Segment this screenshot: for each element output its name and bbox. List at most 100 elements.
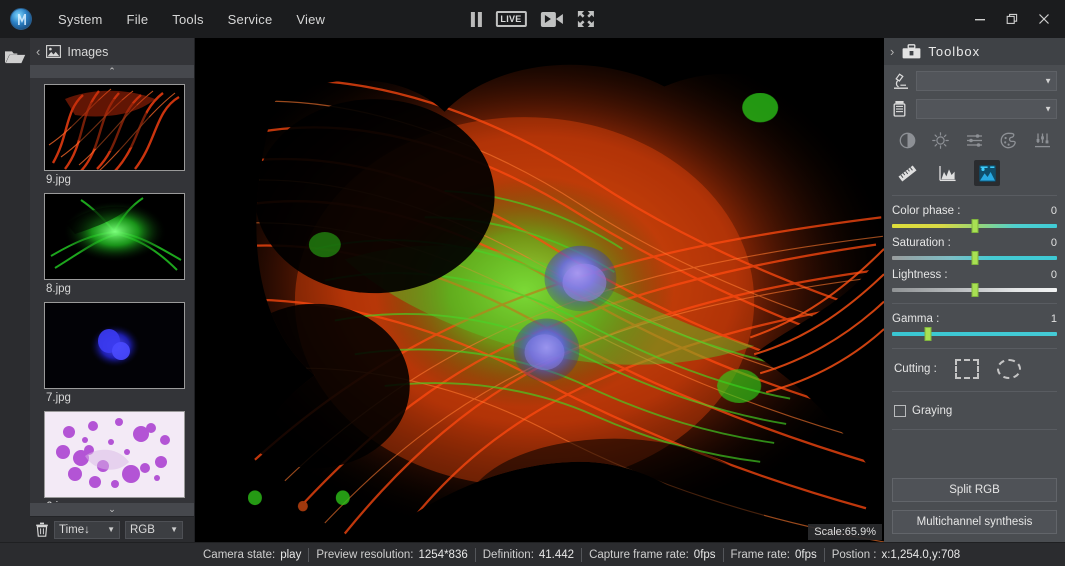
status-frame-rate-value: 0fps (795, 549, 817, 561)
color-phase-knob[interactable] (971, 219, 978, 233)
camera-select[interactable]: ▼ (916, 99, 1057, 119)
thumbnail-scroll-down[interactable]: ⌄ (30, 503, 194, 516)
lightness-label: Lightness : (892, 269, 948, 281)
menu-item-view[interactable]: View (284, 5, 337, 34)
close-icon[interactable] (1029, 6, 1059, 32)
divider (892, 303, 1057, 304)
app-logo (10, 8, 32, 30)
toolbox-icon (902, 44, 921, 59)
window-controls (965, 6, 1059, 32)
fullscreen-icon[interactable] (577, 7, 595, 31)
restore-icon[interactable] (997, 6, 1027, 32)
live-badge[interactable]: LIVE (495, 7, 526, 31)
multichannel-synthesis-button[interactable]: Multichannel synthesis (892, 510, 1057, 534)
status-frame-rate: Frame rate: 0fps (723, 548, 824, 562)
camera-select-value (917, 100, 1056, 102)
status-position-key: Postion : (832, 549, 877, 561)
saturation-track[interactable] (892, 256, 1057, 260)
histogram-icon[interactable] (934, 160, 960, 186)
color-phase-slider: Color phase : 0 (892, 205, 1057, 228)
channel-select[interactable]: RGB ▼ (125, 521, 183, 539)
microscope-select[interactable]: ▼ (916, 71, 1057, 91)
chevron-down-icon: ▼ (107, 525, 115, 534)
crop-ellipse-icon[interactable] (997, 359, 1021, 379)
crop-rectangle-icon[interactable] (955, 359, 979, 379)
menu-item-system[interactable]: System (46, 5, 115, 34)
thumbnail-scroll-up[interactable]: ⌃ (30, 65, 194, 78)
lightness-value: 0 (1051, 269, 1057, 281)
thumbnail-image[interactable] (44, 302, 185, 389)
status-frame-rate-key: Frame rate: (731, 549, 790, 561)
status-preview-resolution-value: 1254*836 (419, 549, 468, 561)
images-panel: ‹ Images ⌃ (30, 38, 195, 542)
record-video-icon[interactable] (541, 7, 563, 31)
status-definition-key: Definition: (483, 549, 534, 561)
camera-icon (892, 100, 910, 118)
divider (892, 391, 1057, 392)
ruler-icon[interactable] (894, 160, 920, 186)
image-adjust-icon[interactable] (974, 160, 1000, 186)
toolbox-panel: › Toolbox (884, 38, 1065, 542)
list-item[interactable]: 9.jpg (44, 84, 194, 187)
status-capture-frame-rate-key: Capture frame rate: (589, 549, 689, 561)
playback-toolbar: LIVE (470, 7, 594, 31)
color-wheel-icon[interactable] (995, 127, 1021, 153)
thumbnail-image[interactable] (44, 411, 185, 498)
menu-item-file[interactable]: File (115, 5, 161, 34)
open-folder-icon[interactable] (4, 48, 26, 66)
divider (892, 348, 1057, 349)
color-phase-label: Color phase : (892, 205, 960, 217)
channel-select-value: RGB (130, 524, 164, 536)
split-rgb-button[interactable]: Split RGB (892, 478, 1057, 502)
sliders-icon[interactable] (962, 127, 988, 153)
color-phase-track[interactable] (892, 224, 1057, 228)
toolbox-header: › Toolbox (884, 38, 1065, 65)
graying-checkbox-row[interactable]: Graying (892, 405, 1057, 417)
toolbox-title: Toolbox (928, 44, 980, 59)
cutting-row: Cutting : (892, 359, 1057, 379)
graying-checkbox[interactable] (894, 405, 906, 417)
contrast-icon[interactable] (894, 127, 920, 153)
status-preview-resolution-key: Preview resolution: (316, 549, 413, 561)
chevron-down-icon: ▼ (1044, 105, 1052, 114)
thumbnail-image[interactable] (44, 84, 185, 171)
collapse-chevron-left-icon[interactable]: ‹ (36, 44, 40, 59)
minimize-icon[interactable] (965, 6, 995, 32)
lightness-track[interactable] (892, 288, 1057, 292)
image-icon (46, 45, 61, 58)
saturation-value: 0 (1051, 237, 1057, 249)
levels-icon[interactable] (1029, 127, 1055, 153)
list-item[interactable]: 6.jpg (44, 411, 194, 503)
image-viewport[interactable]: Scale:65.9% (195, 38, 884, 542)
gamma-knob[interactable] (925, 327, 932, 341)
cutting-label: Cutting : (894, 363, 937, 375)
gamma-slider: Gamma : 1 (892, 313, 1057, 336)
thumbnail-image[interactable] (44, 193, 185, 280)
toolbox-buttons: Split RGB Multichannel synthesis (884, 470, 1065, 542)
tool-icon-row-2 (894, 160, 1055, 186)
menu-item-service[interactable]: Service (216, 5, 285, 34)
status-definition: Definition: 41.442 (475, 548, 581, 562)
lightness-knob[interactable] (971, 283, 978, 297)
status-capture-frame-rate: Capture frame rate: 0fps (581, 548, 722, 562)
brightness-icon[interactable] (928, 127, 954, 153)
pause-icon[interactable] (470, 7, 481, 31)
collapse-chevron-right-icon[interactable]: › (890, 44, 895, 59)
divider (892, 195, 1057, 196)
sort-select[interactable]: Time↓ ▼ (54, 521, 120, 539)
gamma-label: Gamma : (892, 313, 939, 325)
status-definition-value: 41.442 (539, 549, 574, 561)
camera-combo-row: ▼ (892, 99, 1057, 119)
gamma-track[interactable] (892, 332, 1057, 336)
chevron-down-icon: ▼ (1044, 77, 1052, 86)
saturation-knob[interactable] (971, 251, 978, 265)
list-item[interactable]: 8.jpg (44, 193, 194, 296)
menu-item-tools[interactable]: Tools (160, 5, 215, 34)
microscope-combo-row: ▼ (892, 71, 1057, 91)
sort-select-value: Time↓ (59, 524, 101, 536)
lightness-slider: Lightness : 0 (892, 269, 1057, 292)
thumbnail-list: 9.jpg (30, 78, 194, 503)
trash-icon[interactable] (35, 522, 49, 537)
divider (892, 429, 1057, 430)
list-item[interactable]: 7.jpg (44, 302, 194, 405)
